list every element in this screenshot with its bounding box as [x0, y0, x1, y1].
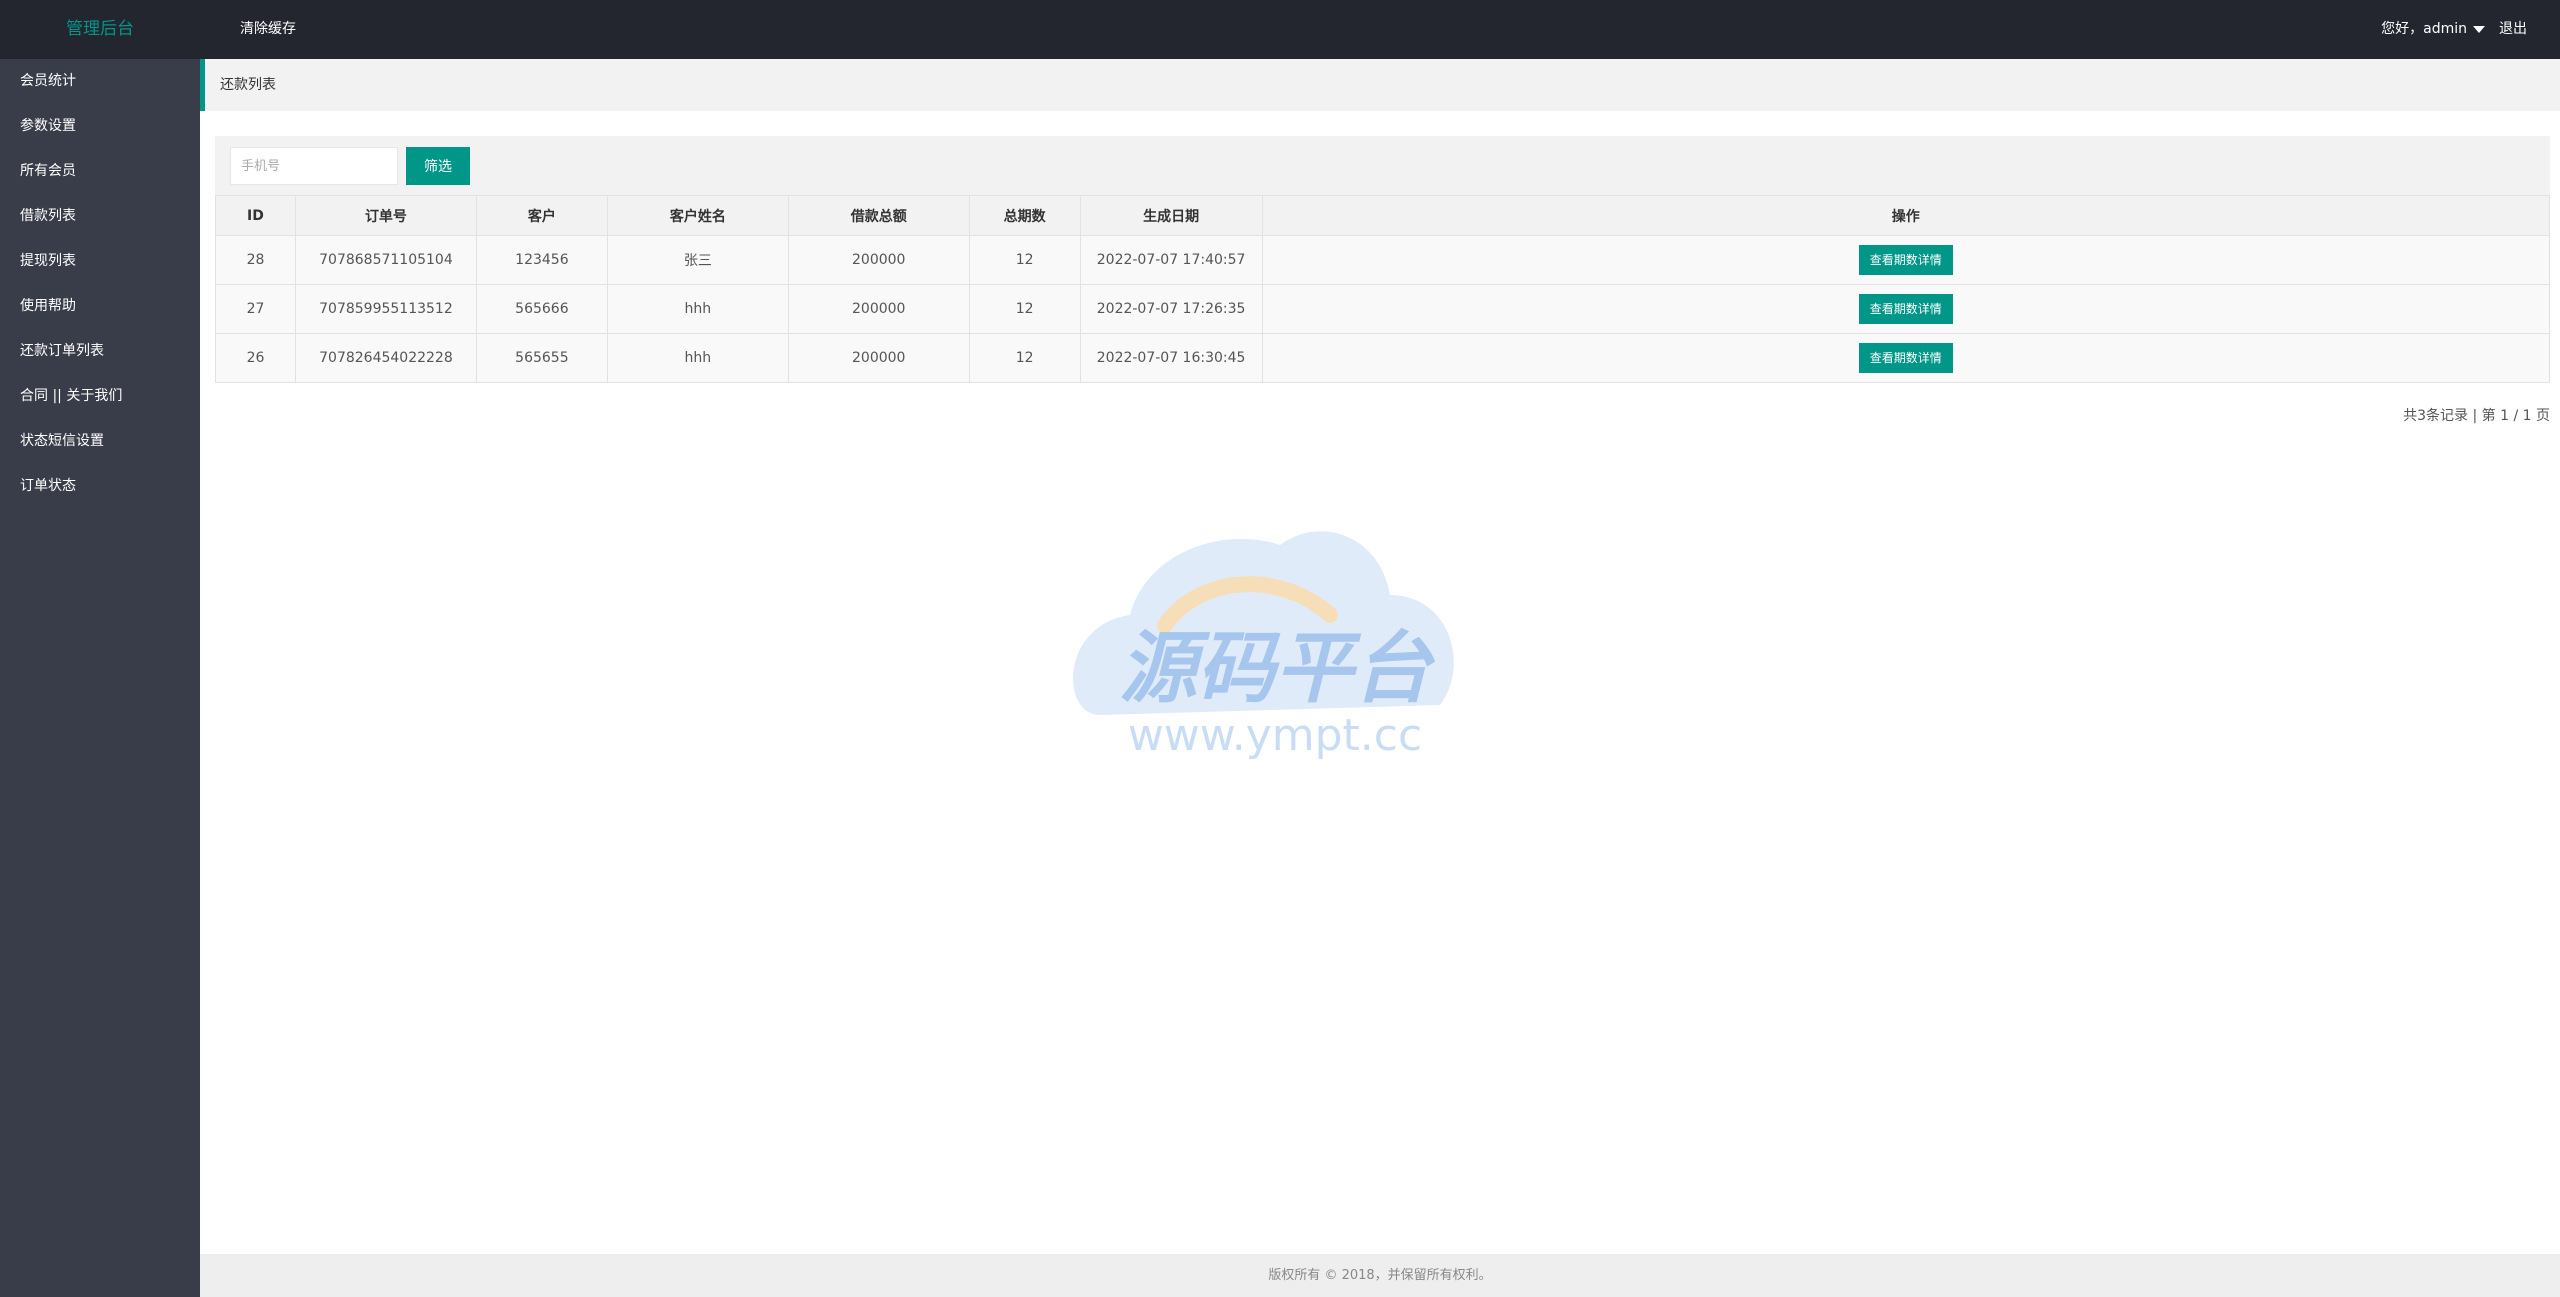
cell-customer-name: hhh	[606, 284, 789, 334]
cell-customer-name: 张三	[606, 235, 789, 285]
top-header: 管理后台 清除缓存 您好，admin 退出	[0, 0, 2560, 59]
pagination-info: 共3条记录 | 第 1 / 1 页	[2403, 408, 2550, 424]
cell-amount: 200000	[787, 235, 970, 285]
cell-id: 27	[215, 284, 296, 334]
cell-id: 28	[215, 235, 296, 285]
logout-link[interactable]: 退出	[2499, 0, 2527, 59]
cell-id: 26	[215, 333, 296, 383]
clear-cache-link[interactable]: 清除缓存	[240, 0, 296, 59]
cell-actions: 查看期数详情	[1261, 235, 2551, 285]
sidebar-item-member-stats[interactable]: 会员统计	[0, 59, 200, 104]
table-row: 28 707868571105104 123456 张三 200000 12 2…	[215, 235, 2551, 285]
sidebar-item-all-members[interactable]: 所有会员	[0, 149, 200, 194]
sidebar-item-loan-list[interactable]: 借款列表	[0, 194, 200, 239]
cell-order-no: 707868571105104	[294, 235, 477, 285]
sidebar: 会员统计 参数设置 所有会员 借款列表 提现列表 使用帮助 还款订单列表 合同 …	[0, 59, 200, 1297]
table-row: 27 707859955113512 565666 hhh 200000 12 …	[215, 284, 2551, 334]
cell-customer: 565655	[475, 333, 608, 383]
column-header-amount: 借款总额	[787, 195, 970, 236]
breadcrumb: 还款列表	[200, 59, 2560, 111]
column-header-order-no: 订单号	[294, 195, 477, 236]
cell-periods: 12	[968, 284, 1081, 334]
sidebar-item-sms-settings[interactable]: 状态短信设置	[0, 419, 200, 464]
view-periods-button[interactable]: 查看期数详情	[1858, 245, 1953, 275]
phone-search-input[interactable]	[230, 147, 398, 185]
app-logo[interactable]: 管理后台	[0, 0, 200, 59]
watermark-title: 源码平台	[1119, 624, 1436, 714]
user-greeting: 您好，admin	[2381, 21, 2467, 37]
cell-date: 2022-07-07 17:40:57	[1079, 235, 1263, 285]
sidebar-item-help[interactable]: 使用帮助	[0, 284, 200, 329]
sidebar-item-settings[interactable]: 参数设置	[0, 104, 200, 149]
repayment-table: ID 订单号 客户 客户姓名 借款总额 总期数 生成日期 操作 28 70786…	[215, 195, 2551, 383]
sidebar-item-order-status[interactable]: 订单状态	[0, 464, 200, 509]
cell-customer-name: hhh	[606, 333, 789, 383]
cell-actions: 查看期数详情	[1261, 333, 2551, 383]
table-header-row: ID 订单号 客户 客户姓名 借款总额 总期数 生成日期 操作	[215, 195, 2551, 236]
column-header-periods: 总期数	[968, 195, 1081, 236]
cell-actions: 查看期数详情	[1261, 284, 2551, 334]
sidebar-item-repayment-orders[interactable]: 还款订单列表	[0, 329, 200, 374]
cell-date: 2022-07-07 17:26:35	[1079, 284, 1263, 334]
watermark-logo: 源码平台 www.ympt.cc	[1072, 531, 1454, 761]
page-title: 还款列表	[220, 77, 276, 93]
column-header-actions: 操作	[1261, 195, 2551, 236]
content-panel: 筛选 ID 订单号 客户 客户姓名 借款总额 总期数 生成日期 操作 28 70…	[215, 136, 2551, 383]
caret-down-icon	[2473, 26, 2485, 33]
column-header-customer: 客户	[475, 195, 608, 236]
cell-periods: 12	[968, 333, 1081, 383]
cell-customer: 123456	[475, 235, 608, 285]
column-header-id: ID	[215, 195, 296, 236]
cell-order-no: 707826454022228	[294, 333, 477, 383]
column-header-date: 生成日期	[1079, 195, 1263, 236]
footer: 版权所有 © 2018，并保留所有权利。	[200, 1254, 2560, 1297]
cell-date: 2022-07-07 16:30:45	[1079, 333, 1263, 383]
cell-order-no: 707859955113512	[294, 284, 477, 334]
view-periods-button[interactable]: 查看期数详情	[1858, 294, 1953, 324]
view-periods-button[interactable]: 查看期数详情	[1858, 343, 1953, 373]
cell-periods: 12	[968, 235, 1081, 285]
watermark-url: www.ympt.cc	[1128, 710, 1422, 761]
sidebar-item-withdraw-list[interactable]: 提现列表	[0, 239, 200, 284]
filter-button[interactable]: 筛选	[406, 147, 470, 185]
cell-amount: 200000	[787, 284, 970, 334]
table-row: 26 707826454022228 565655 hhh 200000 12 …	[215, 333, 2551, 383]
cell-customer: 565666	[475, 284, 608, 334]
user-menu[interactable]: 您好，admin	[2381, 0, 2485, 59]
sidebar-item-contract-about[interactable]: 合同 || 关于我们	[0, 374, 200, 419]
column-header-customer-name: 客户姓名	[606, 195, 789, 236]
cell-amount: 200000	[787, 333, 970, 383]
